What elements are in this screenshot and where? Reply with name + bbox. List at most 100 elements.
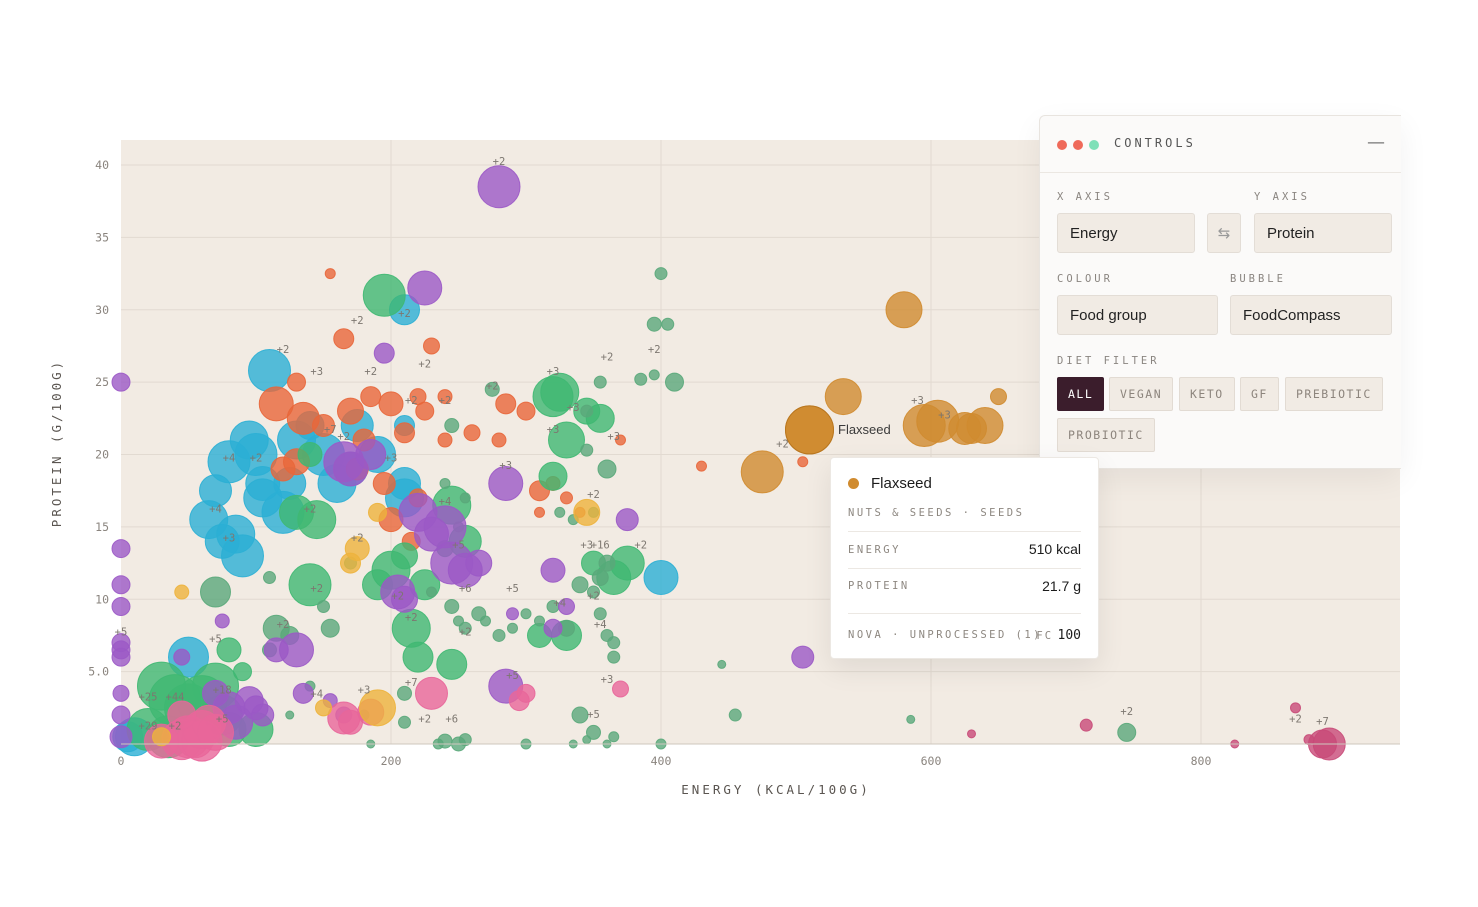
minimize-icon[interactable]: — [1367, 132, 1385, 153]
colour-select[interactable]: Food group [1057, 295, 1218, 335]
bubble-veg[interactable] [317, 599, 330, 613]
bubble-dairy[interactable] [506, 607, 519, 621]
bubble-meat[interactable] [534, 506, 545, 518]
window-dot-minimize[interactable] [1073, 140, 1083, 150]
bubble-veg[interactable] [263, 571, 276, 585]
bubble-flaxseed[interactable] [785, 405, 834, 455]
bubble-veg[interactable] [661, 317, 675, 331]
bubble-veg[interactable] [717, 659, 727, 669]
filter-chip-probiotic[interactable]: PROBIOTIC [1057, 418, 1155, 452]
bubble-veg[interactable] [480, 615, 491, 627]
bubble-berries[interactable] [967, 729, 976, 739]
window-dot-maximize[interactable] [1089, 140, 1099, 150]
bubble-grains[interactable] [368, 502, 387, 522]
bubble-meat[interactable] [360, 386, 382, 408]
bubble-meat[interactable] [337, 397, 364, 425]
bubble-nuts[interactable] [740, 450, 784, 494]
bubble-veg[interactable] [492, 628, 506, 642]
bubble-meat[interactable] [797, 456, 809, 468]
bubble-legumes[interactable] [391, 542, 418, 570]
bubble-veg[interactable] [426, 586, 437, 598]
bubble-dairy[interactable] [111, 647, 131, 667]
bubble-meat[interactable] [423, 337, 440, 355]
bubble-veg[interactable] [444, 598, 460, 614]
bubble-veg[interactable] [593, 375, 607, 389]
bubble-dairy[interactable] [477, 165, 521, 209]
bubble-veg[interactable] [554, 506, 566, 518]
bubble-veg[interactable] [580, 443, 594, 457]
window-dot-close[interactable] [1057, 140, 1067, 150]
bubble-veg[interactable] [459, 492, 471, 504]
bubble-grains[interactable] [340, 552, 361, 574]
bubble-veg[interactable] [648, 369, 660, 381]
bubble-dairy[interactable] [111, 575, 131, 595]
x-axis-select[interactable]: Energy [1057, 213, 1195, 253]
bubble-veg[interactable] [520, 608, 532, 620]
bubble-veg[interactable] [534, 615, 545, 627]
bubble-dairy[interactable] [111, 372, 131, 392]
bubble-dairy[interactable] [465, 549, 493, 577]
bubble-legumes[interactable] [233, 662, 252, 682]
bubble-veg[interactable] [571, 706, 589, 724]
swap-axes-icon[interactable]: ⇆ [1207, 213, 1241, 253]
filter-chip-all[interactable]: ALL [1057, 377, 1105, 411]
bubble-meat[interactable] [333, 328, 355, 350]
bubble-dairy[interactable] [543, 618, 563, 638]
bubble-veg[interactable] [580, 404, 594, 418]
bubble-sweets[interactable] [415, 676, 448, 710]
bubble-select[interactable]: FoodCompass [1230, 295, 1392, 335]
bubble-veg[interactable] [665, 372, 684, 392]
bubble-veg[interactable] [728, 708, 742, 722]
bubble-veg[interactable] [607, 636, 621, 650]
bubble-veg[interactable] [607, 650, 621, 664]
bubble-veg[interactable] [571, 576, 589, 594]
bubble-meat[interactable] [516, 401, 536, 421]
bubble-fish[interactable] [643, 560, 679, 596]
bubble-fish[interactable] [243, 478, 283, 518]
bubble-meat[interactable] [287, 372, 306, 392]
bubble-veg[interactable] [591, 569, 609, 587]
bubble-berries[interactable] [1303, 734, 1315, 746]
bubble-veg[interactable] [437, 733, 453, 749]
bubble-veg[interactable] [439, 477, 451, 489]
bubble-meat[interactable] [491, 432, 507, 448]
bubble-meat[interactable] [415, 401, 435, 421]
bubble-nuts[interactable] [990, 388, 1007, 406]
bubble-veg[interactable] [597, 459, 617, 479]
bubble-dairy[interactable] [214, 613, 230, 629]
bubble-meat[interactable] [463, 424, 481, 442]
bubble-meat[interactable] [394, 422, 415, 444]
bubble-meat[interactable] [495, 393, 517, 415]
bubble-veg[interactable] [285, 710, 295, 720]
bubble-dairy[interactable] [251, 703, 275, 727]
filter-chip-vegan[interactable]: VEGAN [1109, 377, 1174, 411]
bubble-dairy[interactable] [791, 645, 815, 669]
bubble-veg[interactable] [608, 731, 620, 743]
bubble-dairy[interactable] [111, 539, 131, 559]
bubble-legumes[interactable] [436, 648, 468, 680]
bubble-dairy[interactable] [373, 342, 395, 364]
bubble-grains[interactable] [315, 699, 332, 717]
bubble-legumes[interactable] [402, 641, 434, 673]
bubble-dairy[interactable] [173, 648, 191, 666]
bubble-veg[interactable] [1117, 722, 1137, 742]
bubble-dairy[interactable] [355, 439, 387, 470]
bubble-grains[interactable] [573, 498, 601, 526]
bubble-berries[interactable] [1290, 702, 1301, 714]
bubble-meat[interactable] [324, 268, 336, 280]
bubble-meat[interactable] [560, 491, 573, 505]
bubble-veg[interactable] [598, 554, 616, 572]
bubble-meat[interactable] [378, 391, 404, 417]
bubble-veg[interactable] [634, 372, 648, 386]
bubble-meat[interactable] [372, 471, 396, 495]
bubble-dairy[interactable] [263, 637, 289, 663]
bubble-dairy[interactable] [111, 596, 131, 616]
bubble-dairy[interactable] [615, 508, 639, 532]
y-axis-select[interactable]: Protein [1254, 213, 1392, 253]
bubble-veg[interactable] [586, 724, 601, 740]
bubble-grains[interactable] [174, 584, 190, 600]
filter-chip-prebiotic[interactable]: PREBIOTIC [1285, 377, 1383, 411]
bubble-dairy[interactable] [112, 684, 130, 702]
bubble-veg[interactable] [593, 607, 607, 621]
bubble-dairy[interactable] [111, 705, 131, 725]
